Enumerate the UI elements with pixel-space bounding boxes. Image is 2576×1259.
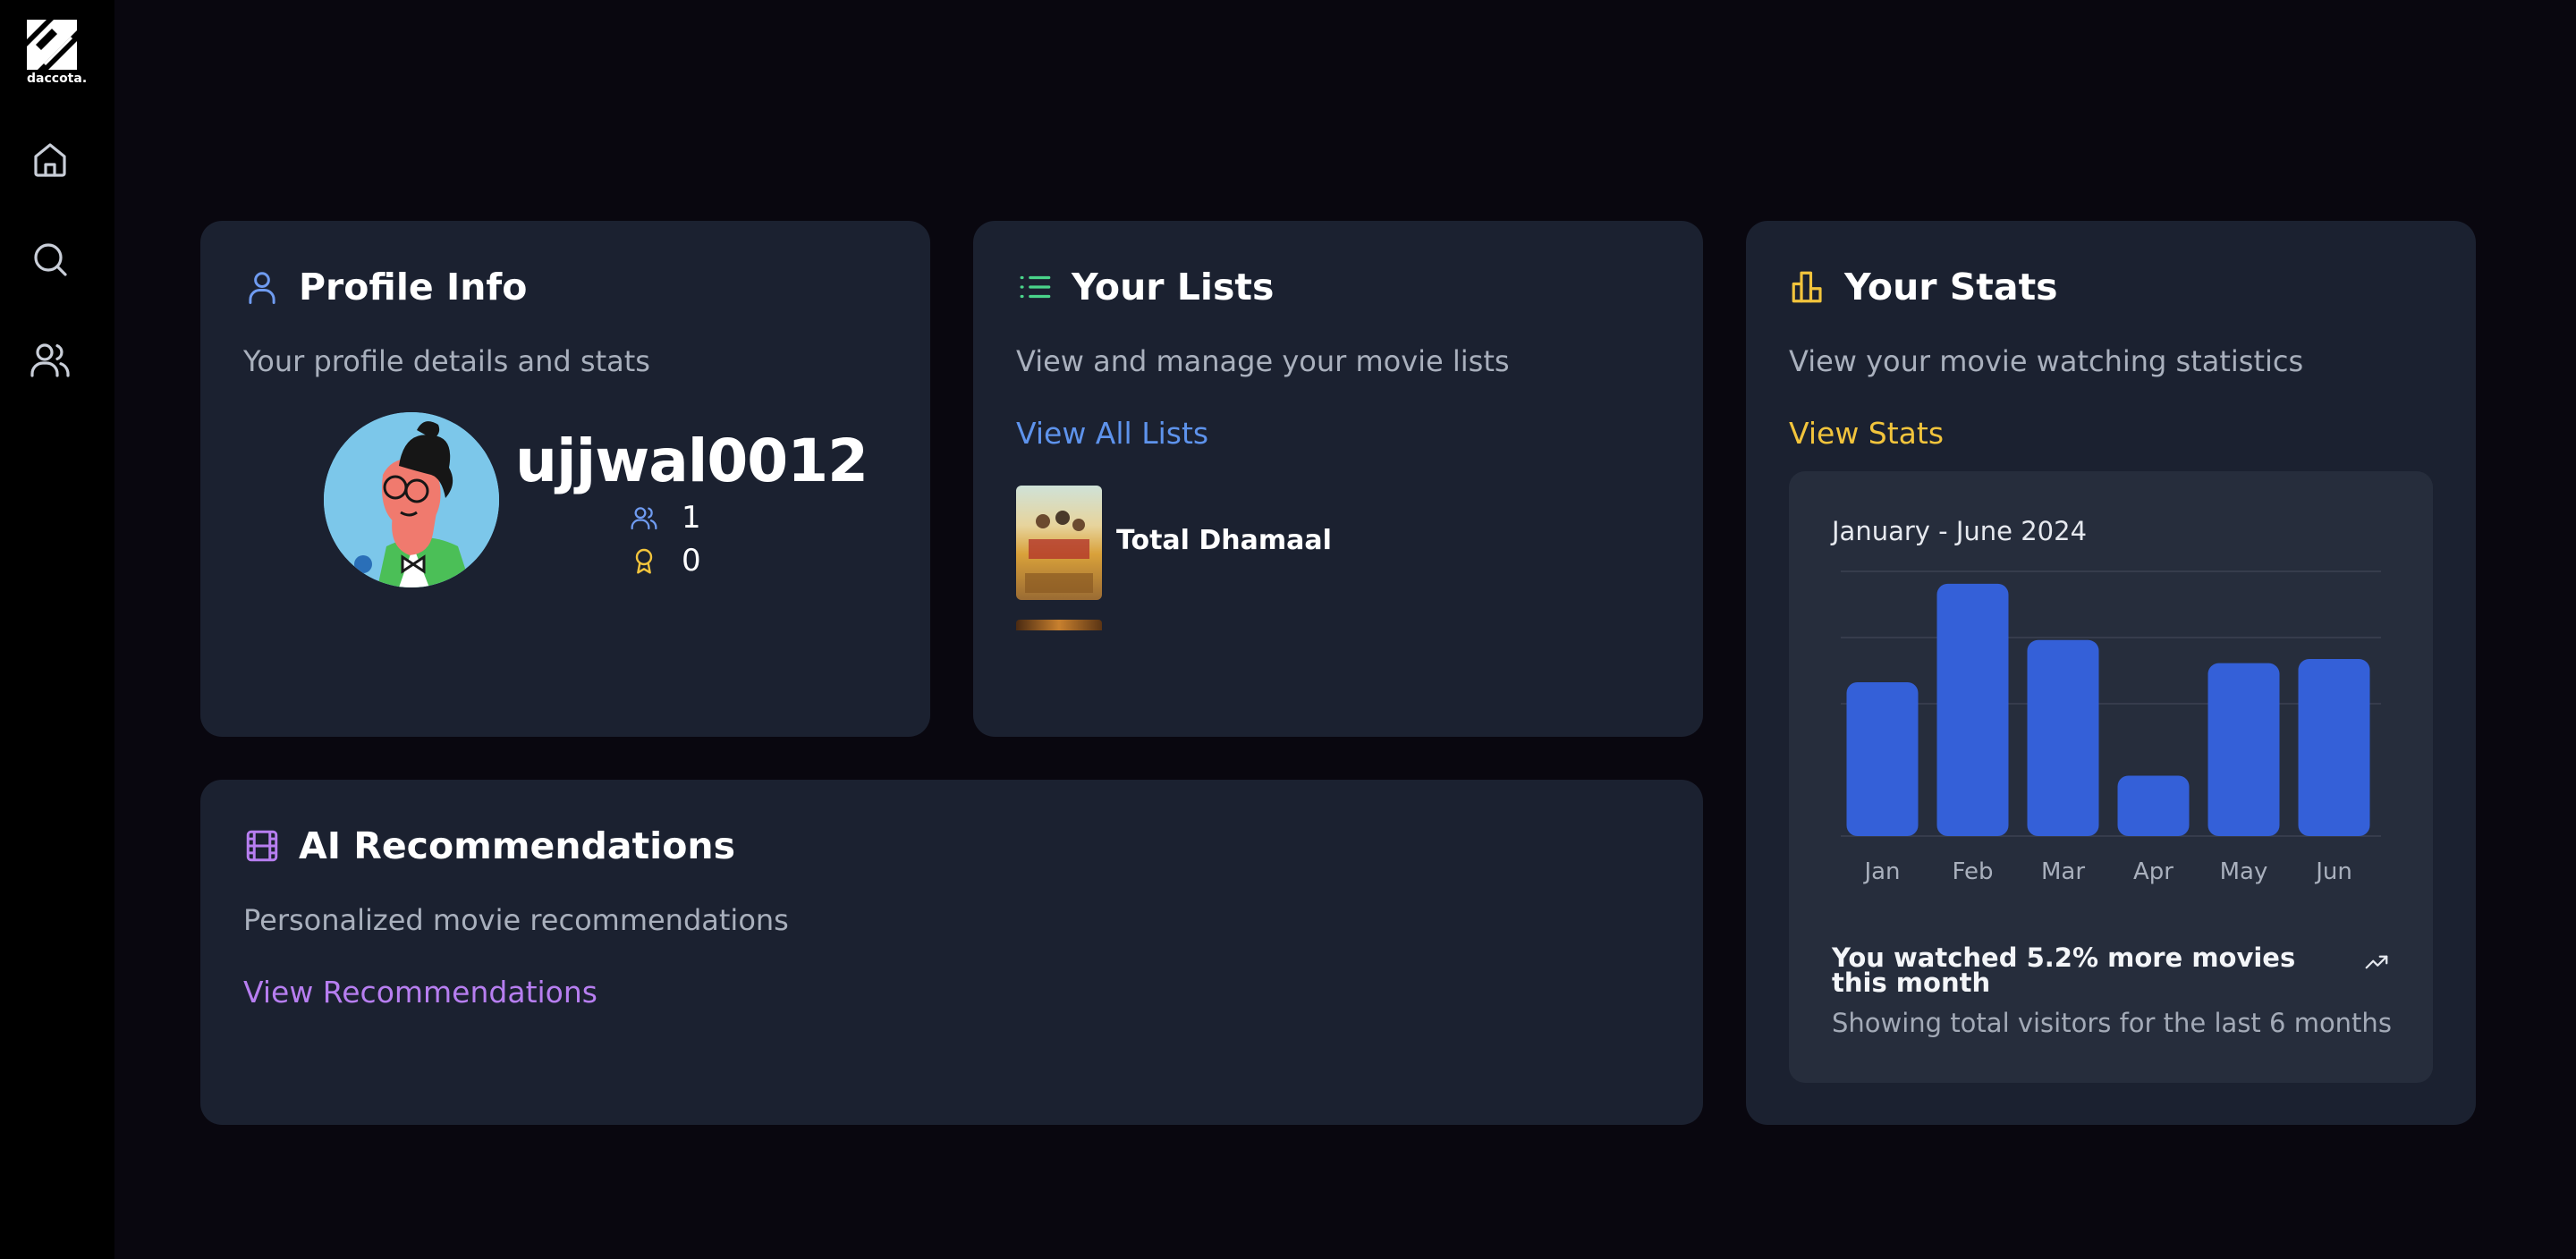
logo-text: daccota. bbox=[27, 72, 88, 86]
trend-title: You watched 5.2% more movies this month bbox=[1832, 942, 2296, 998]
view-all-lists-link[interactable]: View All Lists bbox=[1016, 416, 1208, 451]
lists-card-title: Your Lists bbox=[1016, 266, 1274, 308]
award-icon bbox=[635, 548, 653, 574]
chart-tick-label: Mar bbox=[2041, 858, 2085, 885]
chart-bar-mar[interactable] bbox=[2027, 639, 2099, 836]
profile-title-text: Profile Info bbox=[299, 266, 528, 308]
followers-stat: 1 bbox=[630, 500, 701, 536]
home-icon[interactable] bbox=[29, 138, 72, 181]
list-icon bbox=[1016, 268, 1054, 306]
users-icon[interactable] bbox=[29, 338, 72, 381]
stats-title-text: Your Stats bbox=[1844, 266, 2058, 308]
lists-subtitle: View and manage your movie lists bbox=[1016, 344, 1510, 378]
lists-title-text: Your Lists bbox=[1072, 266, 1275, 308]
chart-date-range: January - June 2024 bbox=[1832, 516, 2088, 546]
search-icon[interactable] bbox=[29, 238, 72, 281]
movie-poster-partial[interactable] bbox=[1016, 620, 1102, 630]
awards-count: 0 bbox=[682, 543, 701, 579]
view-stats-link[interactable]: View Stats bbox=[1789, 416, 1944, 451]
logo-mark bbox=[27, 20, 77, 70]
chart-bar-apr[interactable] bbox=[2117, 775, 2190, 836]
chart-tick-label: Jan bbox=[1862, 858, 1900, 885]
ai-title-text: AI Recommendations bbox=[299, 824, 735, 867]
followers-count: 1 bbox=[682, 500, 701, 536]
username: ujjwal0012 bbox=[515, 427, 869, 495]
profile-subtitle: Your profile details and stats bbox=[243, 344, 650, 378]
trend-note: Showing total visitors for the last 6 mo… bbox=[1832, 1008, 2392, 1038]
sidebar: daccota. bbox=[0, 0, 114, 1259]
profile-card-title: Profile Info bbox=[243, 266, 527, 308]
ai-subtitle: Personalized movie recommendations bbox=[243, 903, 789, 937]
bar-chart: Jan Feb Mar Apr May Jun bbox=[1841, 570, 2381, 885]
chart-tick-label: Apr bbox=[2133, 858, 2174, 885]
chart-bar-jan[interactable] bbox=[1846, 681, 1919, 836]
chart-bar-may[interactable] bbox=[2207, 663, 2280, 836]
view-recommendations-link[interactable]: View Recommendations bbox=[243, 975, 597, 1010]
stats-card-title: Your Stats bbox=[1789, 266, 2058, 308]
chart-bar-jun[interactable] bbox=[2298, 659, 2370, 836]
chart-bar-feb[interactable] bbox=[1936, 583, 2009, 836]
trending-up-icon bbox=[2365, 955, 2388, 969]
stats-chart-panel: January - June 2024 Jan Feb Mar Apr May Jun Y… bbox=[1789, 471, 2433, 1083]
app-logo[interactable]: daccota. bbox=[27, 20, 88, 86]
bar-chart-icon bbox=[1789, 268, 1826, 306]
stats-subtitle: View your movie watching statistics bbox=[1789, 344, 2304, 378]
user-icon bbox=[243, 268, 281, 306]
movie-poster[interactable] bbox=[1016, 486, 1102, 600]
film-icon bbox=[243, 827, 281, 865]
lists-card: Your Lists View and manage your movie li… bbox=[973, 221, 1703, 737]
ai-recommendations-card: AI Recommendations Personalized movie re… bbox=[200, 780, 1703, 1125]
chart-tick-label: May bbox=[2220, 858, 2268, 885]
chart-tick-label: Feb bbox=[1952, 858, 1993, 885]
ai-card-title: AI Recommendations bbox=[243, 824, 735, 867]
list-item-title[interactable]: Total Dhamaal bbox=[1116, 525, 1332, 556]
awards-stat: 0 bbox=[630, 543, 701, 579]
avatar[interactable] bbox=[324, 412, 499, 587]
followers-icon bbox=[631, 507, 657, 530]
chart-tick-label: Jun bbox=[2314, 858, 2352, 885]
profile-card: Profile Info Your profile details and st… bbox=[200, 221, 930, 737]
stats-card: Your Stats View your movie watching stat… bbox=[1746, 221, 2476, 1125]
